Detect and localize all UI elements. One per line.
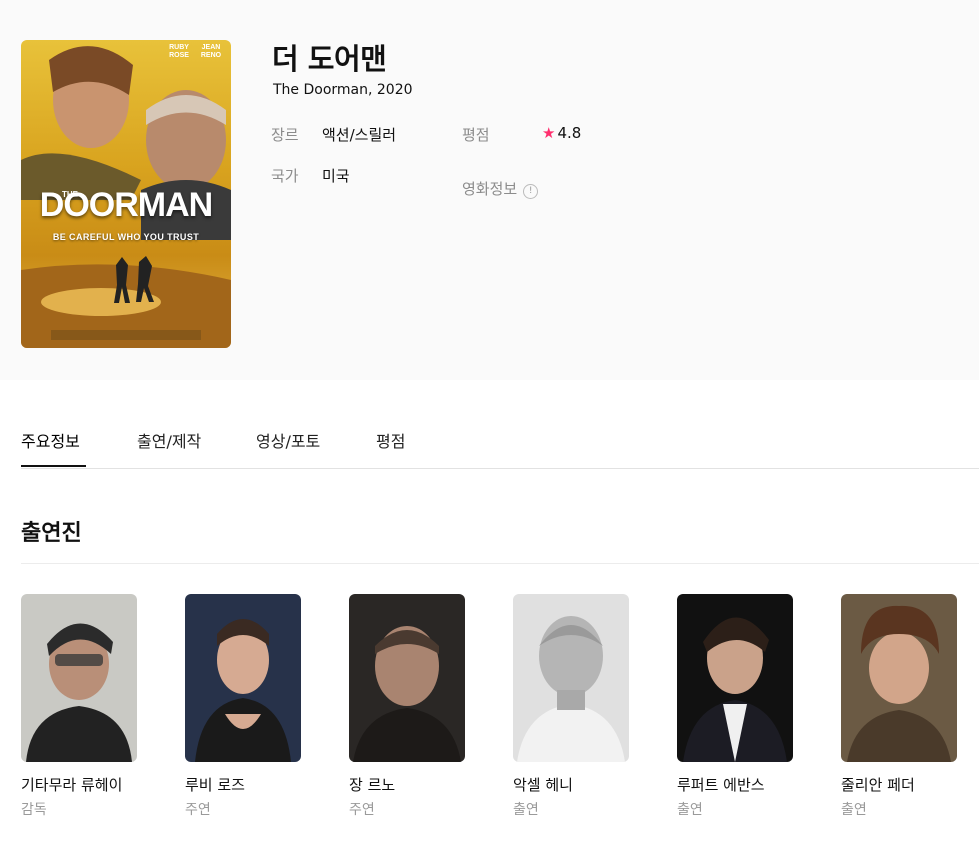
- movie-info-link[interactable]: 영화정보!: [462, 178, 539, 199]
- cast-photo[interactable]: [21, 594, 137, 762]
- active-tab-indicator: [21, 465, 86, 467]
- genre-label: 장르: [271, 126, 299, 144]
- poster-tagline: BE CAREFUL WHO YOU TRUST: [52, 232, 200, 242]
- rating-label: 평점: [462, 126, 490, 144]
- cast-role: 출연: [841, 802, 867, 818]
- cast-role: 주연: [349, 802, 375, 818]
- rating-value: 4.8: [557, 124, 582, 142]
- tab-main-info[interactable]: 주요정보: [21, 428, 80, 452]
- genre-value: 액션/스릴러: [322, 126, 397, 144]
- tab-bar: 주요정보 출연/제작 영상/포토 평점: [21, 416, 979, 469]
- tab-cast-crew[interactable]: 출연/제작: [137, 428, 201, 452]
- movie-poster[interactable]: RUBY ROSE JEAN RENO THE DOORMAN BE CAREF…: [21, 40, 231, 348]
- info-icon[interactable]: !: [523, 184, 539, 199]
- cast-name: 루퍼트 에반스: [677, 776, 765, 794]
- cast-portrait: [21, 594, 137, 762]
- cast-portrait: [677, 594, 793, 762]
- cast-role: 감독: [21, 802, 47, 818]
- cast-card[interactable]: 악셀 헤니 출연: [513, 594, 653, 819]
- poster-credits: RUBY ROSE JEAN RENO: [167, 44, 223, 60]
- cast-photo[interactable]: [185, 594, 301, 762]
- tab-ratings[interactable]: 평점: [376, 428, 405, 452]
- section-divider: [21, 563, 979, 564]
- cast-card[interactable]: 루퍼트 에반스 출연: [677, 594, 817, 819]
- cast-role: 출연: [513, 802, 539, 818]
- cast-card[interactable]: 줄리안 페더 출연: [841, 594, 979, 819]
- cast-role: 출연: [677, 802, 703, 818]
- movie-info-label: 영화정보: [462, 180, 518, 198]
- cast-photo[interactable]: [677, 594, 793, 762]
- cast-photo[interactable]: [349, 594, 465, 762]
- cast-name: 기타무라 류헤이: [21, 776, 123, 794]
- cast-name: 장 르노: [349, 776, 396, 794]
- tab-videos-photos[interactable]: 영상/포토: [256, 428, 320, 452]
- cast-portrait: [841, 594, 957, 762]
- cast-name: 악셀 헤니: [513, 776, 573, 794]
- cast-name: 줄리안 페더: [841, 776, 915, 794]
- poster-title: DOORMAN: [39, 186, 213, 224]
- cast-portrait: [185, 594, 301, 762]
- star-icon: ★: [542, 124, 556, 142]
- country-label: 국가: [271, 167, 299, 185]
- cast-name: 루비 로즈: [185, 776, 245, 794]
- cast-portrait: [349, 594, 465, 762]
- cast-photo[interactable]: [841, 594, 957, 762]
- cast-card[interactable]: 장 르노 주연: [349, 594, 489, 819]
- movie-title: 더 도어맨: [272, 42, 387, 76]
- rating-value-group: ★ 4.8: [542, 124, 581, 142]
- cast-card[interactable]: 기타무라 류헤이 감독: [21, 594, 161, 819]
- poster-actor-2: JEAN RENO: [200, 44, 222, 59]
- section-title-cast: 출연진: [21, 521, 82, 546]
- cast-role: 주연: [185, 802, 211, 818]
- cast-portrait: [513, 594, 629, 762]
- movie-subtitle: The Doorman, 2020: [273, 82, 413, 98]
- country-value: 미국: [322, 167, 350, 185]
- cast-card[interactable]: 루비 로즈 주연: [185, 594, 325, 819]
- poster-actor-1: RUBY ROSE: [169, 44, 189, 59]
- cast-photo[interactable]: [513, 594, 629, 762]
